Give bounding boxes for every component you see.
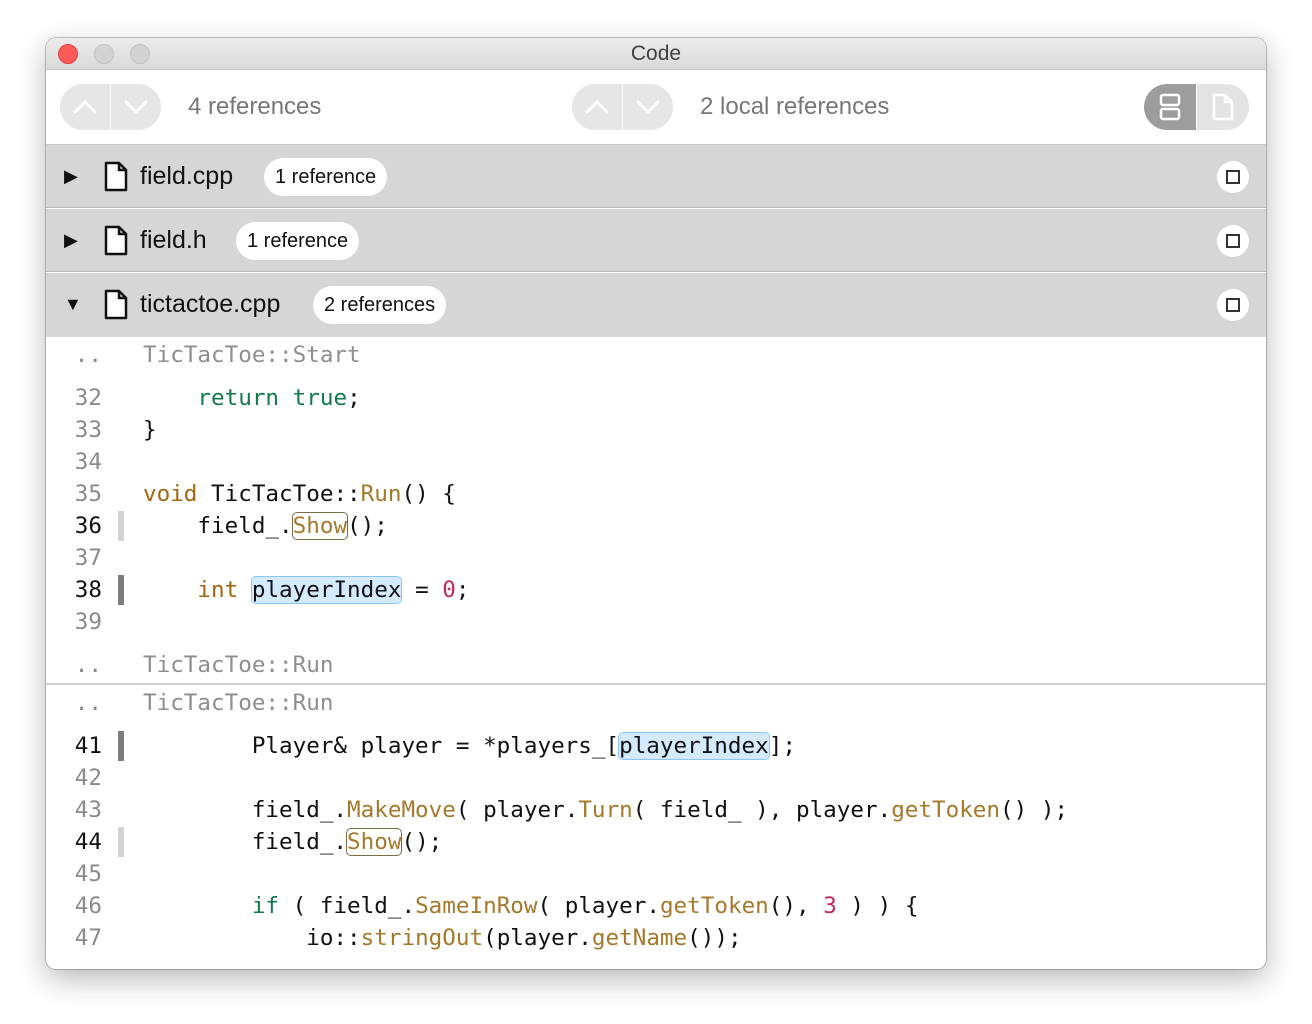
previous-local-reference-button[interactable] xyxy=(572,84,622,130)
code-line[interactable]: 41 Player& player = *players_[playerInde… xyxy=(46,730,1266,762)
code-line[interactable]: 35 void TicTacToe::Run() { xyxy=(46,478,1266,510)
code-line[interactable]: 44 field_.Show(); xyxy=(46,826,1266,858)
view-mode-split-button[interactable] xyxy=(1144,84,1196,130)
line-number: 38 xyxy=(74,577,102,603)
line-number: 44 xyxy=(74,829,102,855)
code-line[interactable]: 47 io::stringOut(player.getName()); xyxy=(46,922,1266,954)
reference-count-badge: 2 references xyxy=(313,286,447,324)
next-local-reference-button[interactable] xyxy=(623,84,673,130)
code-text: field_.Show(); xyxy=(143,512,388,540)
code-view[interactable]: .. TicTacToe::Start 32 return true; 33 }… xyxy=(46,337,1266,969)
file-icon xyxy=(104,289,128,320)
title-bar: Code xyxy=(46,38,1266,70)
code-text: int playerIndex = 0; xyxy=(197,576,470,604)
chevron-down-icon xyxy=(636,100,660,114)
line-number: 47 xyxy=(74,925,102,951)
reference-marker xyxy=(118,575,124,605)
line-number: 36 xyxy=(74,513,102,539)
window-title: Code xyxy=(630,42,682,65)
file-group-field-cpp[interactable]: ▶ field.cpp 1 reference xyxy=(46,145,1266,208)
reference-count-badge: 1 reference xyxy=(236,222,360,260)
context-line[interactable]: .. TicTacToe::Start xyxy=(46,339,1266,371)
code-text: } xyxy=(143,417,157,443)
disclosure-collapsed-icon[interactable]: ▶ xyxy=(64,209,78,272)
view-mode-document-button[interactable] xyxy=(1197,84,1249,130)
file-name: field.cpp xyxy=(140,162,234,190)
code-line[interactable]: 38 int playerIndex = 0; xyxy=(46,574,1266,606)
context-label: TicTacToe::Run xyxy=(143,690,334,716)
file-group-field-h[interactable]: ▶ field.h 1 reference xyxy=(46,209,1266,272)
code-line[interactable]: 43 field_.MakeMove( player.Turn( field_ … xyxy=(46,794,1266,826)
context-line[interactable]: .. TicTacToe::Run xyxy=(46,649,1266,681)
line-number: 34 xyxy=(74,449,102,475)
line-number: 45 xyxy=(74,861,102,887)
local-references-count: 2 local references xyxy=(700,93,890,120)
toolbar: 4 references 2 local references xyxy=(46,70,1266,145)
line-number: 35 xyxy=(74,481,102,507)
split-view-icon xyxy=(1159,93,1181,121)
code-text: io::stringOut(player.getName()); xyxy=(143,925,742,951)
file-icon xyxy=(104,161,128,192)
context-marker: .. xyxy=(74,342,102,368)
pin-button[interactable] xyxy=(1217,225,1249,257)
context-line[interactable]: .. TicTacToe::Run xyxy=(46,687,1266,719)
references-count: 4 references xyxy=(188,93,322,120)
chevron-down-icon xyxy=(124,100,148,114)
code-text: field_.Show(); xyxy=(143,828,443,856)
reference-marker xyxy=(118,731,124,761)
code-window: Code 4 references 2 local references ▶ f… xyxy=(46,38,1266,969)
code-line[interactable]: 32 return true; xyxy=(46,382,1266,414)
line-number: 32 xyxy=(74,385,102,411)
reference-marker xyxy=(118,511,124,541)
file-name: tictactoe.cpp xyxy=(140,290,281,318)
reference-count-badge: 1 reference xyxy=(264,158,388,196)
line-number: 39 xyxy=(74,609,102,635)
code-line[interactable]: 34 xyxy=(46,446,1266,478)
pin-icon xyxy=(1226,234,1240,248)
chevron-up-icon xyxy=(585,100,609,114)
context-label: TicTacToe::Run xyxy=(143,652,334,678)
code-text: field_.MakeMove( player.Turn( field_ ), … xyxy=(143,797,1069,823)
next-reference-button[interactable] xyxy=(111,84,161,130)
line-number: 41 xyxy=(74,733,102,759)
pin-icon xyxy=(1226,170,1240,184)
code-line[interactable]: 33 } xyxy=(46,414,1266,446)
disclosure-collapsed-icon[interactable]: ▶ xyxy=(64,145,78,208)
code-line[interactable]: 45 xyxy=(46,858,1266,890)
context-label: TicTacToe::Start xyxy=(143,342,361,368)
line-number: 33 xyxy=(74,417,102,443)
snippet-divider xyxy=(46,683,1266,685)
disclosure-expanded-icon[interactable]: ▼ xyxy=(64,273,82,336)
file-icon xyxy=(104,225,128,256)
code-line[interactable]: 46 if ( field_.SameInRow( player.getToke… xyxy=(46,890,1266,922)
code-line[interactable]: 36 field_.Show(); xyxy=(46,510,1266,542)
code-line[interactable]: 37 xyxy=(46,542,1266,574)
context-marker: .. xyxy=(74,690,102,716)
code-line[interactable]: 42 xyxy=(46,762,1266,794)
code-text: void TicTacToe::Run() { xyxy=(143,481,456,507)
code-text: if ( field_.SameInRow( player.getToken()… xyxy=(251,893,919,919)
line-number: 43 xyxy=(74,797,102,823)
file-group-tictactoe-cpp[interactable]: ▼ tictactoe.cpp 2 references xyxy=(46,273,1266,337)
line-number: 42 xyxy=(74,765,102,791)
file-name: field.h xyxy=(140,226,207,254)
code-text: return true; xyxy=(197,385,361,411)
context-marker: .. xyxy=(74,652,102,678)
pin-button[interactable] xyxy=(1217,161,1249,193)
document-icon xyxy=(1212,93,1234,121)
previous-reference-button[interactable] xyxy=(60,84,110,130)
pin-button[interactable] xyxy=(1217,289,1249,321)
code-text: Player& player = *players_[playerIndex]; xyxy=(143,732,796,760)
line-number: 37 xyxy=(74,545,102,571)
line-number: 46 xyxy=(74,893,102,919)
reference-marker xyxy=(118,827,124,857)
pin-icon xyxy=(1226,298,1240,312)
chevron-up-icon xyxy=(73,100,97,114)
code-line[interactable]: 39 xyxy=(46,606,1266,638)
